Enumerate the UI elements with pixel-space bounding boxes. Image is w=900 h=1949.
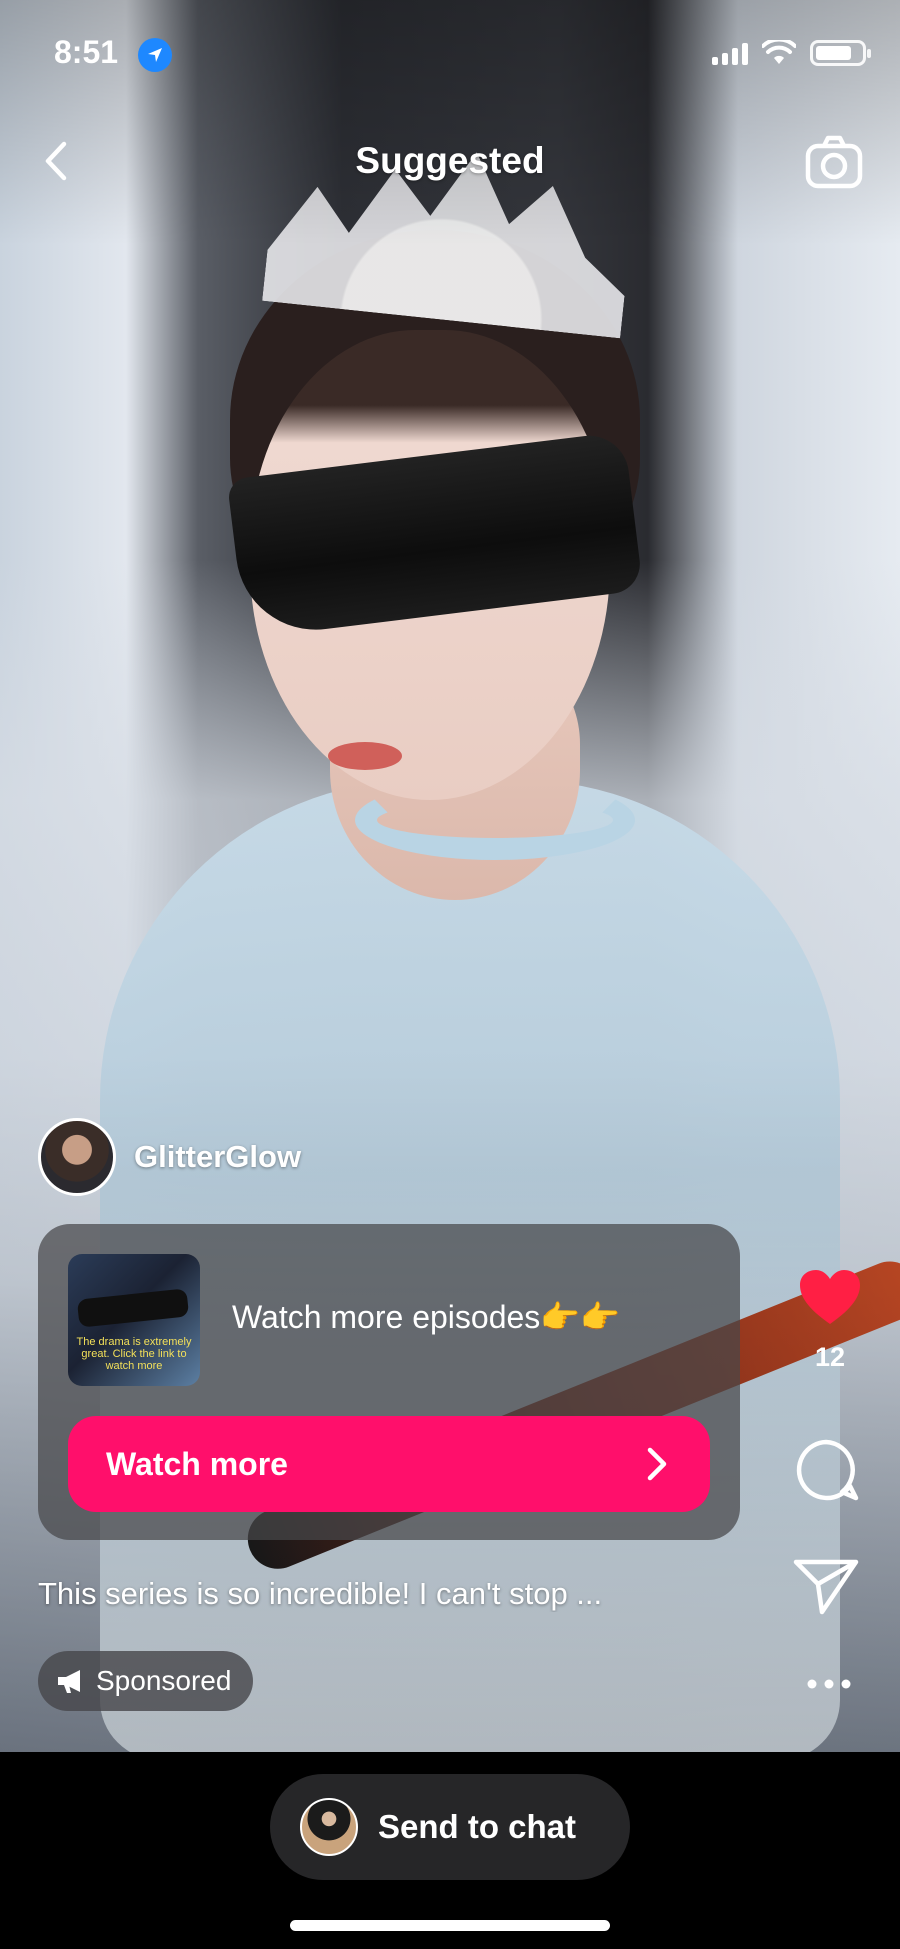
sponsored-label: Sponsored	[96, 1665, 232, 1696]
promo-thumbnail[interactable]: The drama is extremely great. Click the …	[68, 1254, 200, 1386]
megaphone-icon	[58, 1670, 80, 1693]
status-time: 8:51	[54, 34, 119, 70]
promo-card[interactable]: The drama is extremely great. Click the …	[38, 1224, 740, 1540]
location-arrow-icon	[138, 38, 172, 72]
camera-icon[interactable]	[804, 134, 864, 190]
heart-icon[interactable]	[797, 1268, 863, 1328]
sponsored-badge[interactable]: Sponsored	[38, 1651, 254, 1711]
chevron-right-icon	[647, 1447, 667, 1481]
home-indicator[interactable]	[290, 1920, 610, 1931]
promo-text: Watch more episodes👉👉	[232, 1299, 620, 1335]
watch-more-label: Watch more	[106, 1445, 288, 1482]
thumbnail-caption: The drama is extremely great. Click the …	[76, 1335, 192, 1372]
username[interactable]: GlitterGlow	[134, 1139, 301, 1175]
bottom-bar: Send to chat	[0, 1752, 900, 1949]
wifi-icon	[762, 40, 796, 64]
recipient-avatar	[300, 1798, 358, 1856]
page-title: Suggested	[355, 140, 545, 181]
watch-more-button[interactable]: Watch more	[68, 1416, 710, 1512]
top-header: Suggested	[0, 120, 900, 210]
like-count: 12	[814, 1342, 846, 1372]
avatar[interactable]	[38, 1118, 116, 1196]
thumbnail-blindfold	[76, 1288, 190, 1328]
like-control[interactable]: 12	[780, 1268, 880, 1373]
send-icon[interactable]	[792, 1556, 860, 1616]
more-icon[interactable]	[806, 1676, 852, 1692]
status-bar: 8:51	[0, 0, 900, 110]
comment-icon[interactable]	[790, 1436, 862, 1504]
send-to-chat-label: Send to chat	[378, 1808, 577, 1845]
status-icons	[712, 40, 871, 66]
post-caption[interactable]: This series is so incredible! I can't st…	[38, 1576, 698, 1612]
post-author[interactable]: GlitterGlow	[38, 1118, 301, 1196]
battery-icon	[810, 40, 871, 66]
signal-icon	[712, 41, 748, 65]
send-to-chat-button[interactable]: Send to chat	[270, 1774, 630, 1880]
